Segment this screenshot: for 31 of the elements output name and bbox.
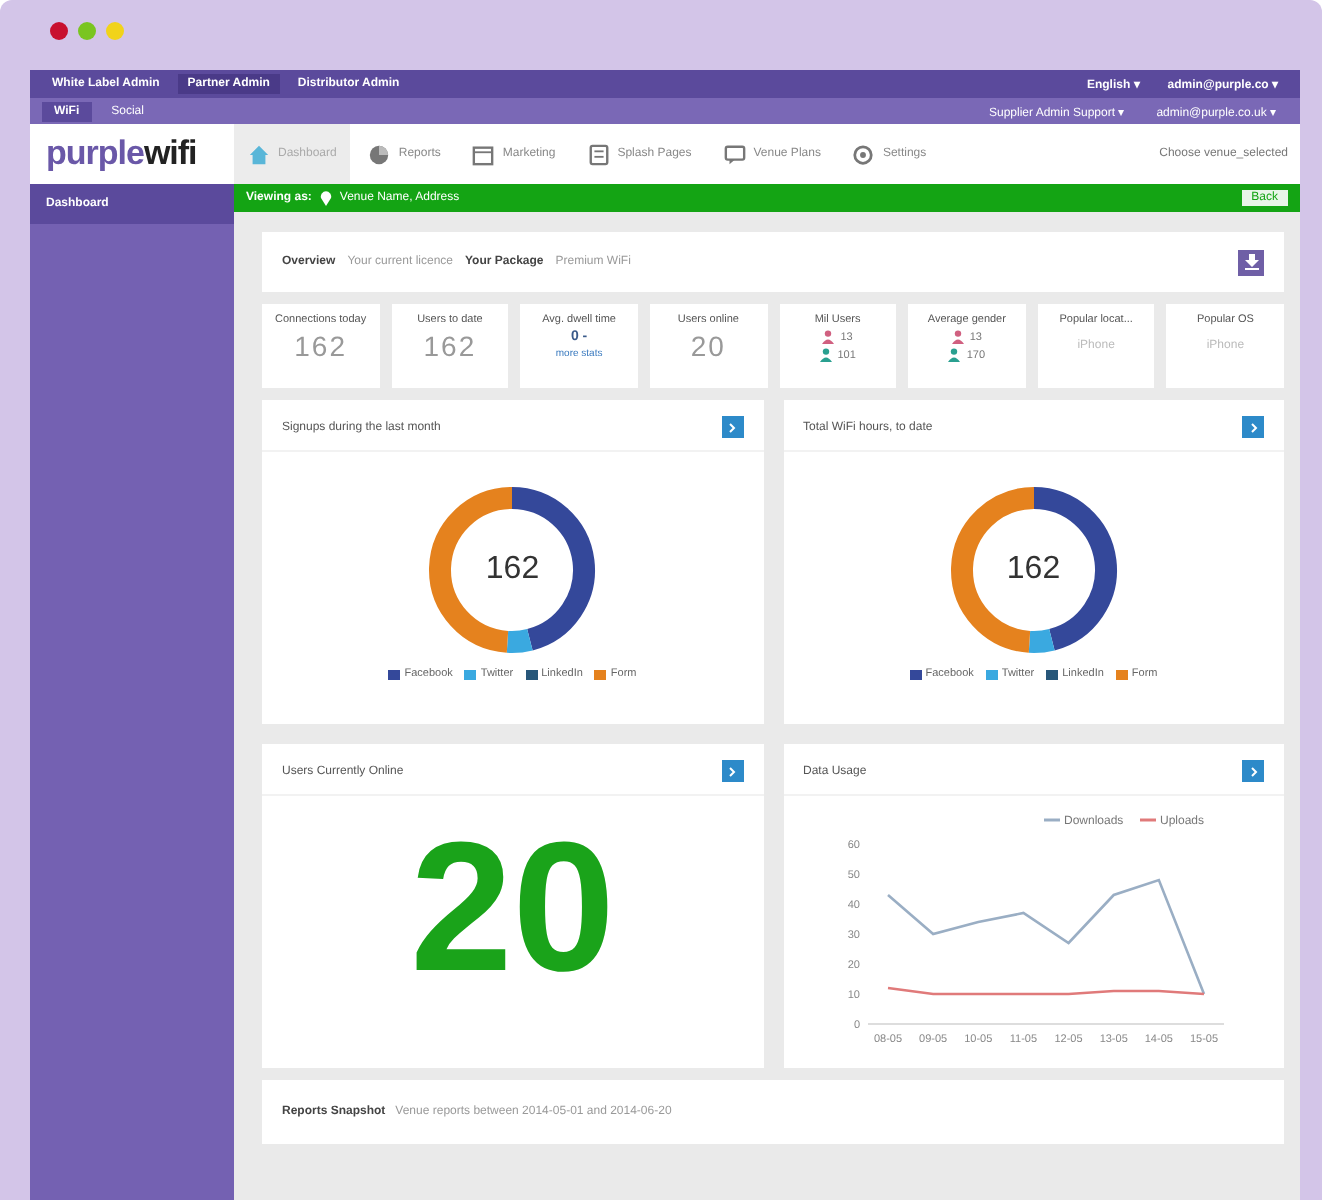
chevron-icon [1247,765,1259,777]
male-user-icon [819,348,832,362]
home-icon [248,143,270,165]
donut-total: 162 [483,552,542,588]
maximize-dot[interactable] [78,22,96,40]
expand-button[interactable] [721,416,743,438]
location-pin-icon [319,190,332,206]
expand-button[interactable] [1242,416,1264,438]
expand-button[interactable] [721,760,743,782]
page-icon [587,143,610,165]
online-count: 20 [408,804,617,1014]
donut-total: 162 [1004,552,1063,588]
calendar-icon [472,143,495,165]
male-user-icon [948,348,961,362]
logo: purplewifi [44,134,199,174]
close-dot[interactable] [50,22,68,40]
chevron-icon [726,765,738,777]
stat-value: 162 [423,330,477,362]
settings-icon [852,143,875,165]
female-user-icon [951,330,964,344]
minimize-dot[interactable] [106,22,124,40]
stat-value: 20 [690,330,726,362]
chat-icon [723,143,746,165]
download-button[interactable] [1238,249,1264,275]
download-icon [1243,254,1259,270]
stat-value: 162 [294,330,347,362]
chevron-icon [1247,421,1259,433]
pie-chart-icon [368,143,391,165]
female-user-icon [822,330,835,344]
chevron-icon [726,421,738,433]
expand-button[interactable] [1242,760,1264,782]
